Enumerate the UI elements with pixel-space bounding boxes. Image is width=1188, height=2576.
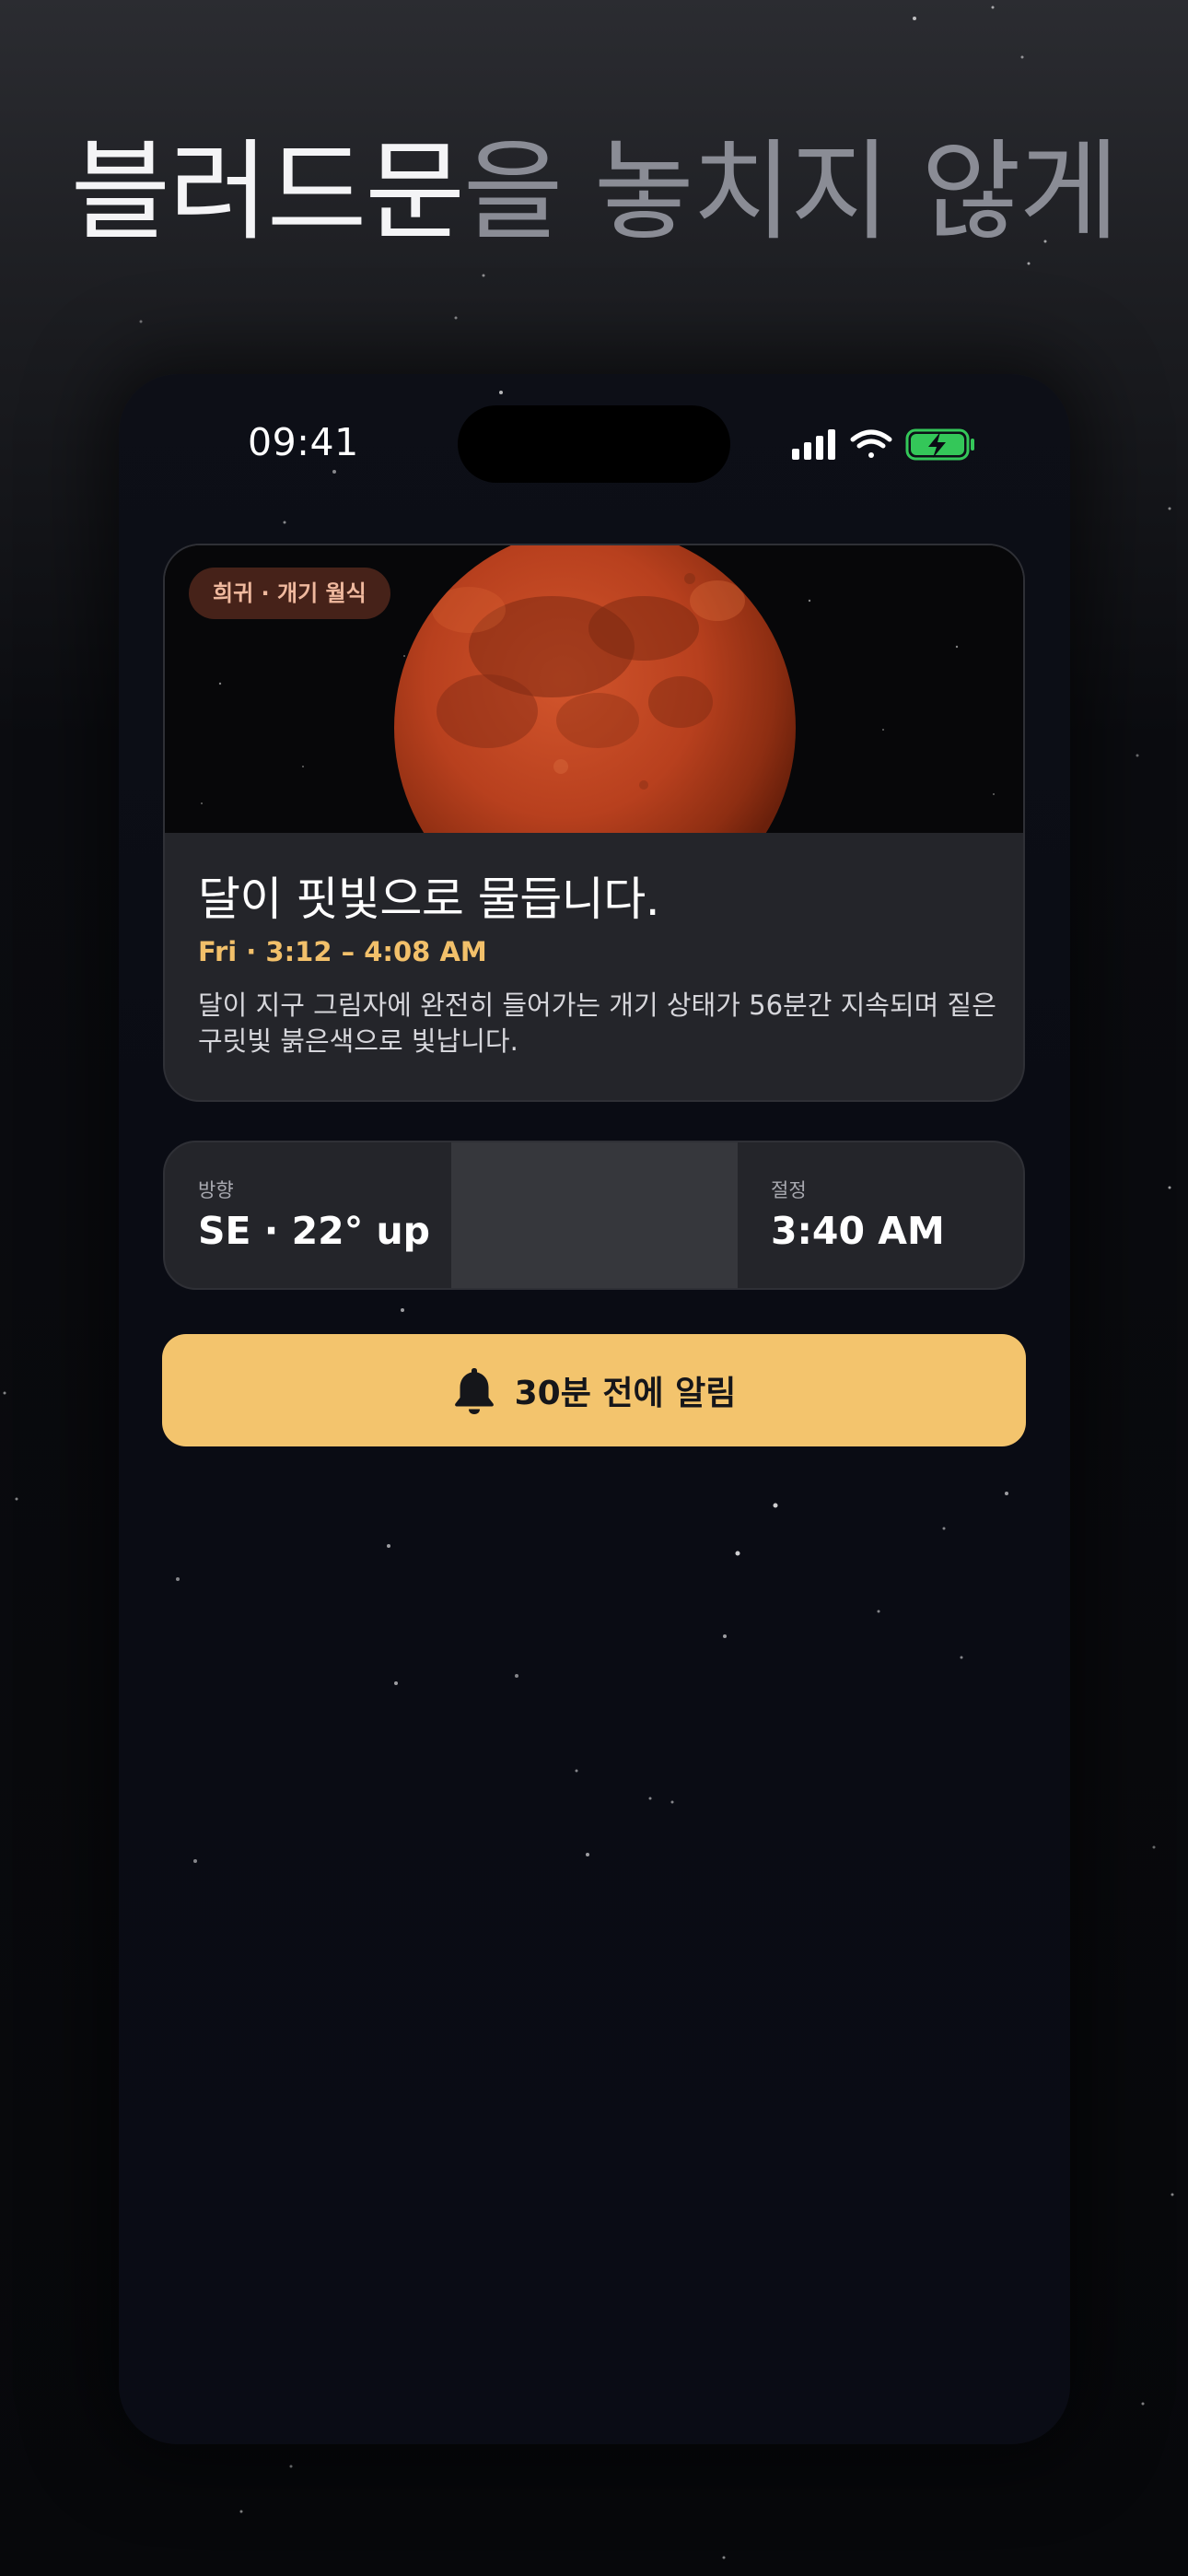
status-time: 09:41	[248, 420, 359, 464]
event-card[interactable]: 희귀 · 개기 월식 달이 핏빛으로 물듭니다. Fri · 3:12 – 4:…	[163, 544, 1025, 1102]
headline-rest: 을 놓치지 않게	[462, 128, 1119, 255]
direction-label: 방향	[198, 1179, 234, 1201]
event-title: 달이 핏빛으로 물듭니다.	[198, 872, 660, 926]
direction-cell: 방향 SE · 22° up	[165, 1142, 451, 1288]
bell-icon	[454, 1368, 494, 1414]
set-reminder-button[interactable]: 30분 전에 알림	[162, 1334, 1026, 1446]
dynamic-island	[458, 405, 730, 483]
status-icons	[792, 428, 974, 461]
battery-charging-icon	[905, 428, 974, 461]
set-reminder-content: 30분 전에 알림	[162, 1334, 1026, 1446]
peak-label: 절정	[771, 1179, 807, 1201]
direction-value: SE · 22° up	[198, 1209, 431, 1253]
blood-moon-image: 희귀 · 개기 월식	[165, 545, 1023, 833]
phone-screen: 09:41 희귀 · 개기 월식 달이 핏빛으로 물듭니다. Fri · 3:1…	[119, 374, 1070, 2444]
peak-cell: 절정 3:40 AM	[738, 1142, 1023, 1288]
headline-highlight: 블러드문	[70, 128, 465, 255]
headline: 블러드문을 놓치지 않게	[0, 127, 1188, 256]
empty-cell	[451, 1142, 738, 1288]
event-description: 달이 지구 그림자에 완전히 들어가는 개기 상태가 56분간 지속되며 짙은 …	[198, 989, 996, 1057]
cellular-signal-icon	[792, 429, 835, 460]
rarity-tag: 희귀 · 개기 월식	[189, 568, 390, 619]
set-reminder-label: 30분 전에 알림	[514, 1375, 737, 1412]
info-panel: 방향 SE · 22° up 절정 3:40 AM	[163, 1141, 1025, 1290]
peak-value: 3:40 AM	[771, 1209, 945, 1253]
wifi-icon	[850, 429, 892, 458]
event-time: Fri · 3:12 – 4:08 AM	[198, 936, 487, 967]
